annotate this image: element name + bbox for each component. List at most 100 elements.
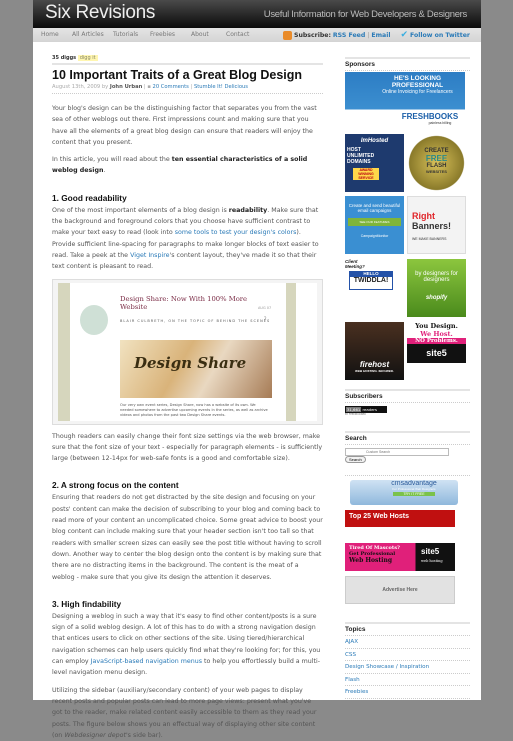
nav-tutorials[interactable]: Tutorials <box>113 31 138 38</box>
ad-logo: site5 <box>421 547 440 556</box>
search-heading: Search <box>345 431 470 445</box>
divider <box>345 475 470 476</box>
text: One of the most important elements of a … <box>52 206 229 214</box>
main-nav: Home All Articles Tutorials Freebies Abo… <box>33 28 481 42</box>
ad-text: TWIDDLA! <box>349 276 393 290</box>
decor-strip <box>286 282 296 421</box>
subscribe-bar: Subscribe: RSS Feed | Email ✔ Follow on … <box>283 30 470 40</box>
ad-text: AWARD WINNING SERVICE <box>353 168 379 180</box>
js-navigation-link[interactable]: JavaScript-based navigation menus <box>91 658 202 665</box>
viget-inspire-link[interactable]: Viget Inspire <box>130 252 169 259</box>
ad-firehost[interactable]: firehost WEB HOSTING. SECURED. <box>345 322 404 380</box>
digg-it-button[interactable]: digg it <box>77 55 98 61</box>
delicious-link[interactable]: Delicious <box>224 84 248 90</box>
sponsors-heading: Sponsors <box>345 57 470 71</box>
paragraph: Ensuring that readers do not get distrac… <box>52 494 323 581</box>
text: readers <box>362 407 377 412</box>
topic-css[interactable]: CSS <box>345 649 470 661</box>
colors-tools-link[interactable]: some tools to test your design's colors <box>175 229 297 236</box>
paragraph: One of the most important elements of a … <box>52 205 323 273</box>
section-heading-2: 2. A strong focus on the content <box>52 480 179 491</box>
ad-text: WEB HOSTING. SECURED. <box>355 369 394 373</box>
twitter-link[interactable]: Follow on Twitter <box>410 32 470 39</box>
ad-text: We Host. <box>420 330 453 338</box>
ad-freshbooks[interactable]: HE'S LOOKING PROFESSIONAL Online Invoici… <box>345 72 465 130</box>
ad-button: SEE OUR FEATURES <box>348 218 401 226</box>
ad-logo: shopify <box>425 295 448 301</box>
nav-freebies[interactable]: Freebies <box>150 31 175 38</box>
ad-text: For Professional Web Designers <box>392 487 436 491</box>
rss-icon <box>283 30 292 40</box>
subscribers-heading: Subscribers <box>345 389 470 403</box>
ad-right-banners[interactable]: Right Banners! WE MAKE BANNERS <box>407 196 466 254</box>
subscribers-widget: Subscribers 31,661 readers BY FEEDBURNER <box>345 389 470 416</box>
site-logo[interactable]: Six Revisions <box>45 2 155 24</box>
topic-design-showcase[interactable]: Design Showcase / Inspiration <box>345 661 470 674</box>
ad-button: TRY IT FREE <box>393 492 435 496</box>
ad-site5-mascots[interactable]: Tired Of Mascots? Get Professional Web H… <box>345 543 455 571</box>
site-header: Six Revisions Useful Information for Web… <box>33 0 481 28</box>
rss-feed-link[interactable]: RSS Feed <box>333 32 365 39</box>
paragraph: Utilizing the sidebar (auxiliary/seconda… <box>52 685 323 741</box>
advertise-here-button[interactable]: Advertise Here <box>345 576 455 604</box>
page: Six Revisions Useful Information for Web… <box>33 0 481 739</box>
italic-text: Webdesigner depot <box>64 731 126 739</box>
topic-ajax[interactable]: AJAX <box>345 636 470 649</box>
topic-flash[interactable]: Flash <box>345 674 470 686</box>
ad-text: HOST UNLIMITED DOMAINS <box>347 147 375 165</box>
author-portrait <box>80 304 108 335</box>
figure-inner: Design Share: Now With 100% More Website… <box>58 282 317 421</box>
ad-site5-nonproblems[interactable]: You Design. We Host. NO Problems. site5 <box>407 322 466 380</box>
ad-text: NO Problems. <box>407 338 466 344</box>
ad-text: Client Meeting? <box>345 259 365 269</box>
paragraph: Though readers can easily change their f… <box>52 432 323 463</box>
ad-text: HE'S LOOKING PROFESSIONAL <box>391 75 444 89</box>
nav-contact[interactable]: Contact <box>226 31 249 38</box>
topics-heading: Topics <box>345 622 470 636</box>
digg-count: 35 diggs <box>52 55 77 61</box>
ad-cmsadvantage[interactable]: cmsadvantage For Professional Web Design… <box>350 480 458 505</box>
paragraph: Designing a weblog in such a way that it… <box>52 611 323 679</box>
ad-top25-webhosts[interactable]: Top 25 Web Hosts TOPHOSTS.COM <box>345 510 455 538</box>
nav-about[interactable]: About <box>191 31 209 38</box>
ad-text: ImHosted <box>360 138 389 144</box>
ad-text: Online Invoicing for Freelancers <box>382 89 453 95</box>
ad-shopify[interactable]: by designers for designers shopify <box>407 259 466 317</box>
ad-text: by designers for designers <box>415 271 458 283</box>
nav-all-articles[interactable]: All Articles <box>72 31 104 38</box>
artwork-logo: Design Share <box>134 353 247 372</box>
feedburner-badge[interactable]: 31,661 readers <box>345 406 387 413</box>
ad-logo: firehost <box>359 360 390 369</box>
ad-logo: cmsadvantage <box>391 480 437 487</box>
topic-freebies[interactable]: Freebies <box>345 686 470 699</box>
ad-text: painless billing <box>428 121 452 125</box>
digg-bar: 35 diggs digg it <box>52 53 323 65</box>
search-widget: Search Search <box>345 431 470 463</box>
ad-text: Create and send beautiful email campaign… <box>348 203 401 213</box>
figure-byline: BLAIR CULBRETH, ON THE TOPIC OF BEHIND T… <box>120 318 271 323</box>
subscriber-count: 31,661 <box>346 407 362 412</box>
comments-link[interactable]: 20 Comments <box>153 84 189 90</box>
twitter-icon: ✔ <box>400 30 409 40</box>
ad-campaign-monitor[interactable]: Create and send beautiful email campaign… <box>345 196 404 254</box>
author-link[interactable]: John Urban <box>110 84 142 90</box>
section-heading-3: 3. High findability <box>52 598 122 609</box>
ad-text: Right <box>412 211 435 221</box>
topics-widget: Topics AJAX CSS Design Showcase / Inspir… <box>345 622 470 699</box>
article: 35 diggs digg it 10 Important Traits of … <box>52 53 323 741</box>
stumble-link[interactable]: Stumble It! <box>194 84 223 90</box>
bold-text: readability <box>228 206 268 214</box>
ad-text: Top 25 Web Hosts <box>349 513 410 520</box>
ad-text: web hosting <box>421 559 443 563</box>
ad-twiddla[interactable]: Client Meeting? HELLO TWIDDLA! <box>345 259 404 317</box>
ad-text: You Design. <box>415 322 458 330</box>
search-button[interactable]: Search <box>345 456 366 463</box>
search-input[interactable] <box>345 448 449 456</box>
ad-imhosted[interactable]: ImHosted HOST UNLIMITED DOMAINS AWARD WI… <box>345 134 404 192</box>
ad-text: FREE <box>425 154 448 163</box>
article-title[interactable]: 10 Important Traits of a Great Blog Desi… <box>52 67 323 83</box>
text: In this article, you will read about the <box>52 156 172 164</box>
nav-home[interactable]: Home <box>41 31 59 38</box>
email-link[interactable]: Email <box>371 32 390 39</box>
ad-flash-websites[interactable]: CREATE FREE FLASH WEBSITES <box>407 134 466 192</box>
